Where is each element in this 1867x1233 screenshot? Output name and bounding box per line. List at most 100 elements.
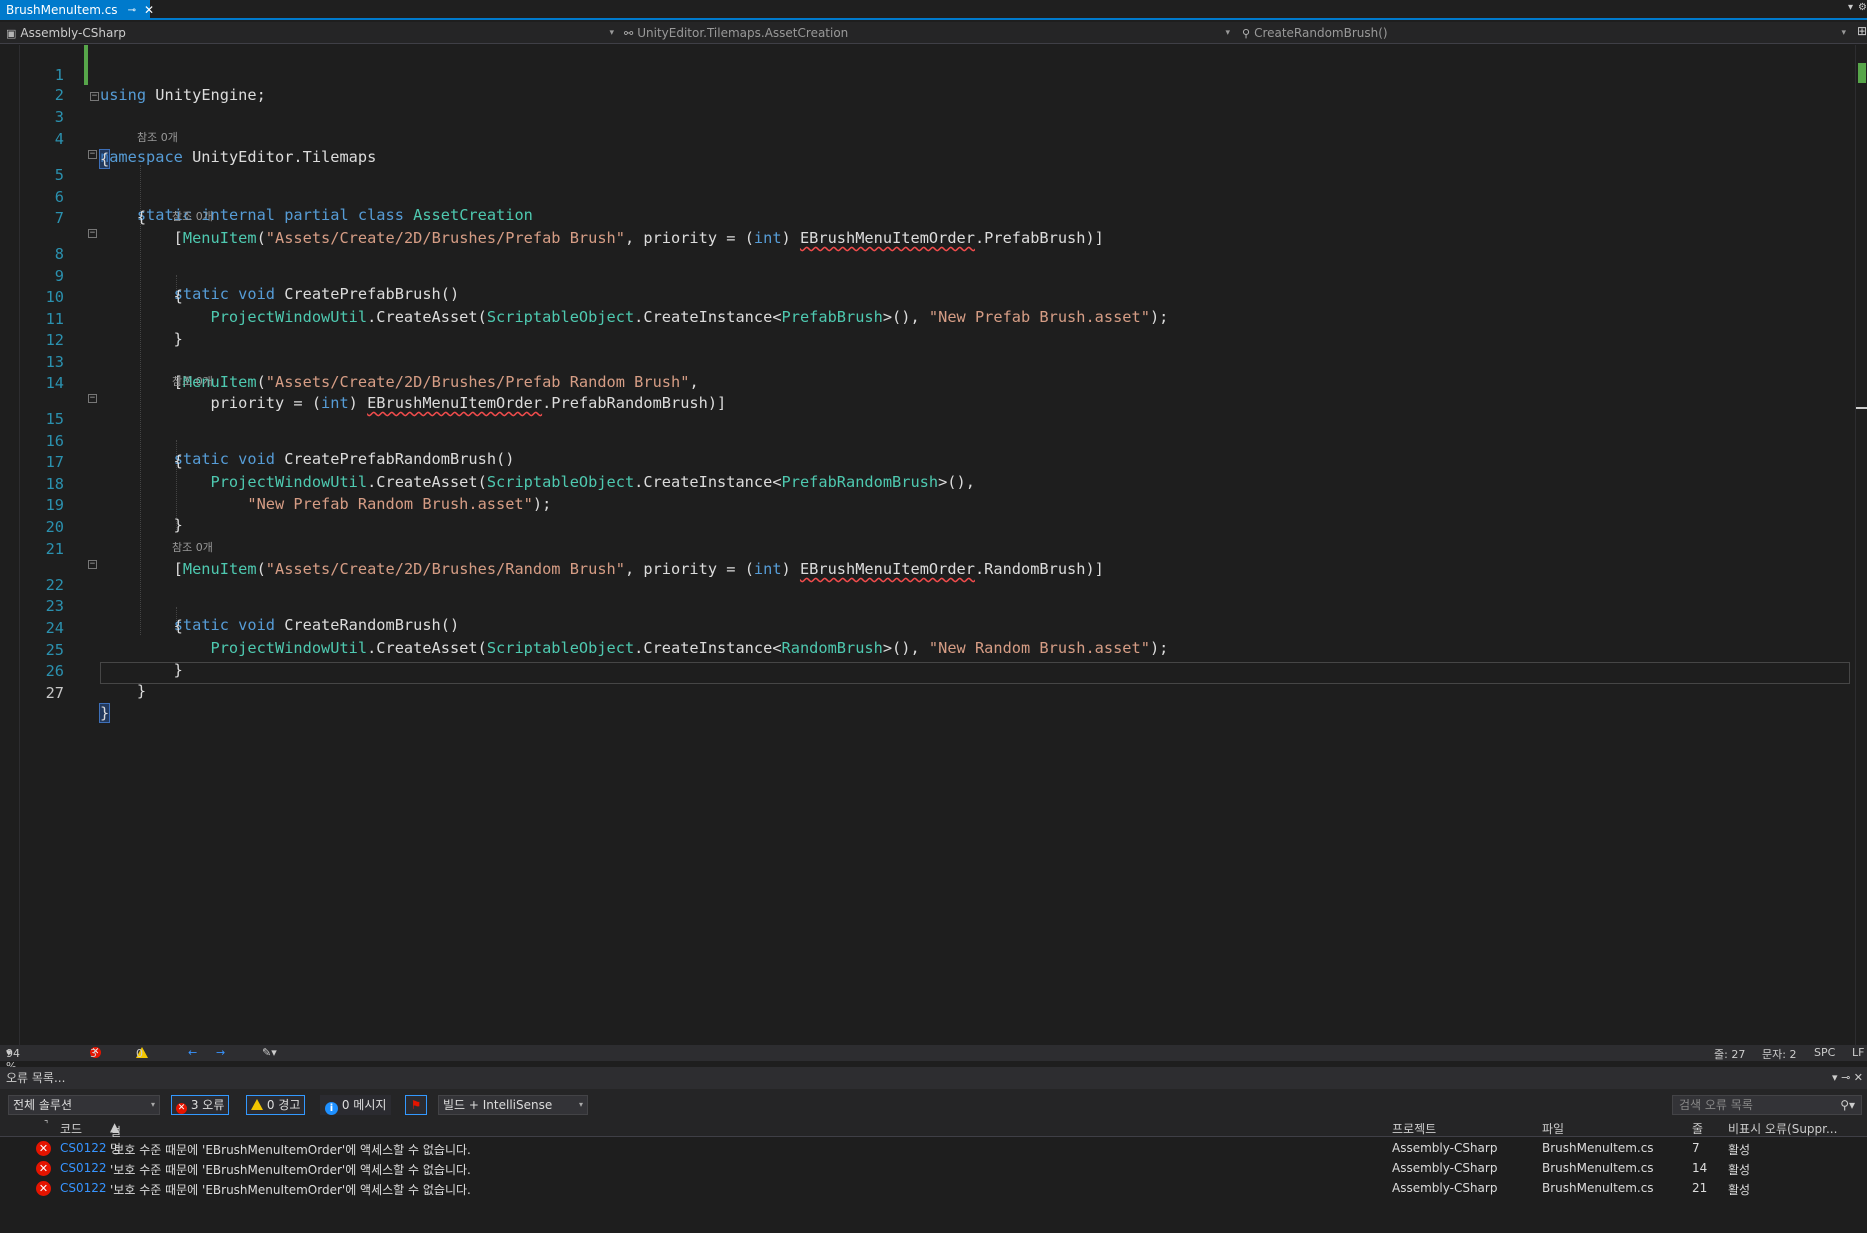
error-project: Assembly-CSharp (1392, 1181, 1498, 1195)
code-line: 3 − namespace UnityEditor.Tilemaps (0, 87, 1850, 167)
collapse-icon[interactable]: − (88, 394, 97, 403)
code-line: 18 "New Prefab Random Brush.asset"); (0, 454, 1850, 513)
error-file: BrushMenuItem.cs (1542, 1161, 1654, 1175)
errors-filter-button[interactable]: ✕ 3 오류 (171, 1095, 230, 1115)
chevron-down-icon: ▾ (609, 28, 614, 38)
code-line: 8 − static void CreatePrefabBrush() (0, 224, 1850, 304)
tab-dropdown-icon[interactable]: ▾ (1848, 2, 1853, 13)
error-line: 21 (1692, 1181, 1708, 1195)
messages-filter-button[interactable]: i 0 메시지 (320, 1095, 392, 1115)
build-filter-dropdown[interactable]: 빌드 + IntelliSense ▾ (438, 1095, 588, 1115)
collapse-icon[interactable]: − (90, 92, 99, 101)
code-line: 9 { (0, 246, 1850, 305)
collapse-icon[interactable]: − (88, 150, 97, 159)
panel-title: 오류 목록... (6, 1071, 66, 1085)
table-row[interactable]: ✕ CS0122 '보호 수준 때문에 'EBrushMenuItemOrder… (0, 1158, 1867, 1178)
column-line[interactable]: 줄 (1692, 1120, 1703, 1137)
code-text: } (98, 703, 111, 723)
column-code[interactable]: 코드 (60, 1120, 82, 1137)
navigation-bar: ▣ Assembly-CSharp ▾ ⚯ UnityEditor.Tilema… (0, 22, 1867, 44)
info-icon: i (325, 1102, 338, 1115)
close-icon[interactable]: ✕ (144, 3, 154, 17)
code-line: 1 using UnityEngine; (0, 45, 1850, 104)
error-state: 활성 (1728, 1143, 1751, 1157)
error-state: 활성 (1728, 1163, 1751, 1177)
column-description[interactable]: 설명 ▲ (110, 1120, 121, 1156)
tab-title: BrushMenuItem.cs (6, 3, 118, 17)
error-state: 활성 (1728, 1183, 1751, 1197)
code-line: 10 ProjectWindowUtil.CreateAsset(Scripta… (0, 267, 1850, 326)
chevron-down-icon: ▾ (1225, 28, 1230, 38)
error-search-input[interactable]: 검색 오류 목록 ⚲▾ (1672, 1095, 1862, 1115)
column-file[interactable]: 파일 (1542, 1120, 1564, 1137)
split-icon[interactable]: ⊞ (1857, 24, 1867, 38)
tab-brushmenuitem[interactable]: BrushMenuItem.cs ⊸ ✕ (0, 0, 154, 20)
column-suppression[interactable]: 비표시 오류(Suppr... (1728, 1120, 1837, 1137)
brush-icon[interactable]: ✎▾ (262, 1046, 277, 1059)
eol-indicator[interactable]: LF (1852, 1046, 1864, 1059)
error-description: '보호 수준 때문에 'EBrushMenuItemOrder'에 액세스할 수… (110, 1163, 471, 1177)
line-number: 27 (45, 684, 64, 702)
member-dropdown[interactable]: ⚲ CreateRandomBrush() ▾ (1242, 22, 1850, 44)
reference-count[interactable]: 참조 0개 (172, 210, 213, 224)
scope-dropdown[interactable]: 전체 솔루션 ▾ (8, 1095, 160, 1115)
method-icon: ⚲ (1242, 26, 1251, 40)
sort-indicator-icon[interactable]: ⌝ (44, 1120, 48, 1130)
error-list-panel: 오류 목록... ▾ ⊸ ✕ 전체 솔루션 ▾ ✕ 3 오류 0 경고 i 0 메… (0, 1067, 1867, 1233)
pin-icon[interactable]: ⊸ (128, 5, 136, 16)
code-line: 25 } (0, 620, 1850, 679)
gear-icon[interactable]: ⚙ (1858, 2, 1867, 13)
error-code-link[interactable]: CS0122 (60, 1161, 107, 1175)
caret-position-marker (1856, 407, 1867, 409)
code-text: } (100, 682, 147, 700)
line-indicator[interactable]: 줄: 27 (1714, 1046, 1745, 1062)
whitespace-indicator[interactable]: SPC (1814, 1046, 1835, 1059)
column-indicator[interactable]: 문자: 2 (1762, 1046, 1796, 1062)
project-dropdown[interactable]: ▣ Assembly-CSharp ▾ (6, 22, 618, 44)
error-icon: ✕ (36, 1141, 51, 1156)
error-icon: ✕ (36, 1181, 51, 1196)
code-line: 22 − static void CreateRandomBrush() (0, 555, 1850, 635)
chevron-down-icon: ▾ (150, 1100, 155, 1109)
code-line: 16 { (0, 411, 1850, 470)
code-line: 24 ProjectWindowUtil.CreateAsset(Scripta… (0, 598, 1850, 657)
error-description: '보호 수준 때문에 'EBrushMenuItemOrder'에 액세스할 수… (110, 1183, 471, 1197)
navigate-forward-icon[interactable]: → (216, 1046, 225, 1059)
code-line: 15 − static void CreatePrefabRandomBrush… (0, 389, 1850, 469)
warning-icon (251, 1099, 263, 1110)
code-text: static internal partial class AssetCreat… (136, 206, 533, 224)
type-dropdown[interactable]: ⚯ UnityEditor.Tilemaps.AssetCreation ▾ (624, 22, 1234, 44)
code-line: 7 [MenuItem("Assets/Create/2D/Brushes/Pr… (0, 188, 1850, 247)
code-line: 26 } (0, 641, 1850, 700)
collapse-icon[interactable]: − (88, 560, 97, 569)
table-row[interactable]: ✕ CS0122 '보호 수준 때문에 'EBrushMenuItemOrder… (0, 1178, 1867, 1198)
error-list-toolbar: 전체 솔루션 ▾ ✕ 3 오류 0 경고 i 0 메시지 ⚑ 빌드 + Intel… (0, 1089, 1867, 1117)
vertical-scrollbar[interactable] (1855, 45, 1867, 1045)
error-line: 7 (1692, 1141, 1700, 1155)
zoom-dropdown[interactable]: 94 % ▾ (6, 1046, 20, 1073)
navigate-back-icon[interactable]: ← (188, 1046, 197, 1059)
error-code-link[interactable]: CS0122 (60, 1141, 107, 1155)
reference-count[interactable]: 참조 0개 (172, 541, 213, 555)
table-row[interactable]: ✕ CS0122 '보호 수준 때문에 'EBrushMenuItemOrder… (0, 1138, 1867, 1158)
panel-controls[interactable]: ▾ ⊸ ✕ (1832, 1067, 1863, 1089)
error-description: '보호 수준 때문에 'EBrushMenuItemOrder'에 액세스할 수… (110, 1143, 471, 1157)
reference-count[interactable]: 참조 0개 (137, 131, 178, 145)
reference-count[interactable]: 참조 0개 (172, 375, 213, 389)
code-editor[interactable]: 1 using UnityEngine; 2 3 − namespace Uni… (0, 45, 1855, 1045)
code-line: 11 } (0, 289, 1850, 348)
class-icon: ⚯ (624, 26, 634, 40)
warnings-filter-button[interactable]: 0 경고 (246, 1095, 306, 1115)
error-list-title-bar: 오류 목록... ▾ ⊸ ✕ (0, 1067, 1867, 1089)
column-project[interactable]: 프로젝트 (1392, 1120, 1436, 1137)
error-file: BrushMenuItem.cs (1542, 1141, 1654, 1155)
error-code-link[interactable]: CS0122 (60, 1181, 107, 1195)
error-file: BrushMenuItem.cs (1542, 1181, 1654, 1195)
code-line: 2 (0, 65, 1850, 104)
error-project: Assembly-CSharp (1392, 1161, 1498, 1175)
document-tab-strip: BrushMenuItem.cs ⊸ ✕ ▾ ⚙ (0, 0, 1867, 20)
filter-icon[interactable]: ⚑ (405, 1095, 427, 1115)
collapse-icon[interactable]: − (88, 229, 97, 238)
code-line: 4 { (0, 109, 1850, 169)
error-line: 14 (1692, 1161, 1708, 1175)
